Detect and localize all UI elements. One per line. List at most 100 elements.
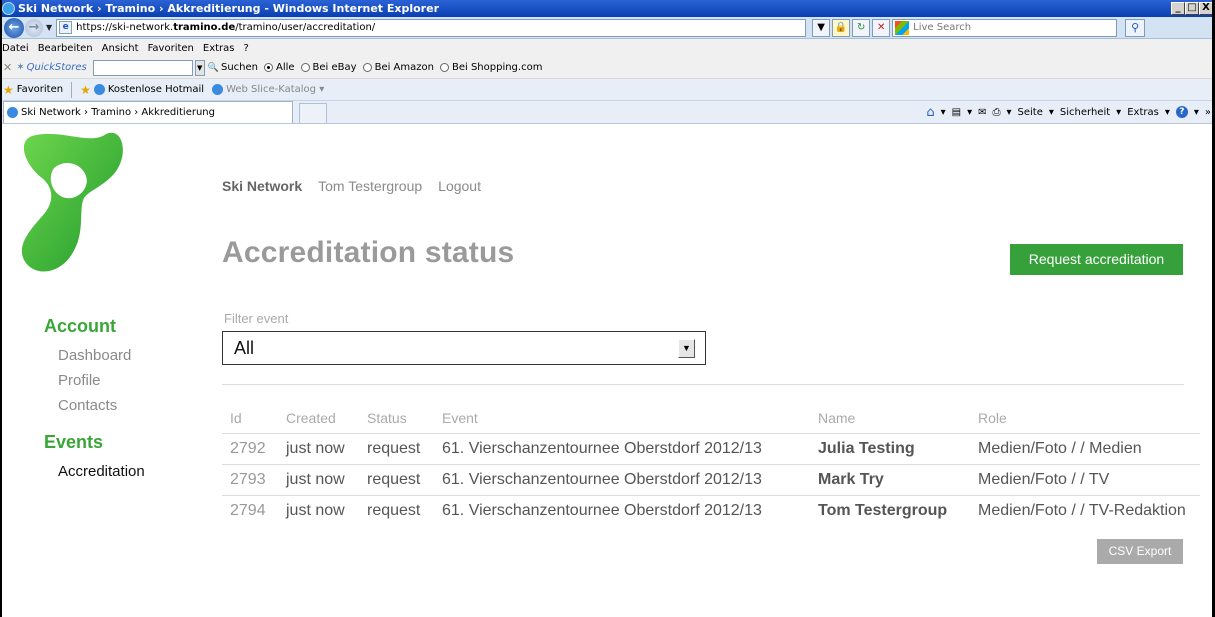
radio-icon xyxy=(300,63,310,72)
window-border-left xyxy=(0,0,2,617)
menu-favoriten[interactable]: Favoriten xyxy=(148,43,194,54)
radio-ebay[interactable]: Bei eBay xyxy=(300,62,357,73)
quickstores-dropdown-icon[interactable]: ▼ xyxy=(194,59,205,76)
favorites-separator xyxy=(71,81,73,98)
cell-event: 61. Vierschanzentournee Oberstdorf 2012/… xyxy=(434,432,810,464)
quickstores-search-button[interactable]: Suchen xyxy=(208,62,258,73)
page-content: Ski Network Tom Testergroup Logout Accre… xyxy=(0,123,1215,617)
radio-label: Alle xyxy=(275,62,295,73)
tab-label: Ski Network › Tramino › Akkreditierung xyxy=(21,107,215,118)
menu-extras[interactable]: Extras xyxy=(203,43,235,54)
sidebar-item-dashboard[interactable]: Dashboard xyxy=(58,343,145,368)
chevron-down-icon[interactable]: ▼ xyxy=(678,339,695,358)
table-header-row: Id Created Status Event Name Role xyxy=(222,403,1200,433)
col-header-role: Role xyxy=(978,409,1007,426)
radio-amazon[interactable]: Bei Amazon xyxy=(362,62,434,73)
radio-label: Bei Shopping.com xyxy=(451,62,543,73)
dropdown-icon[interactable]: ▾ xyxy=(1165,107,1170,118)
minimize-button[interactable]: _ xyxy=(1171,2,1185,15)
tab-active[interactable]: Ski Network › Tramino › Akkreditierung xyxy=(3,101,293,123)
search-input[interactable]: Live Search xyxy=(892,18,1118,37)
request-accreditation-button[interactable]: Request accreditation xyxy=(1010,244,1183,275)
menu-ansicht[interactable]: Ansicht xyxy=(102,43,139,54)
table-row[interactable]: 2792 just now request 61. Vierschanzento… xyxy=(222,432,1200,464)
forward-arrow-icon[interactable]: → xyxy=(25,18,43,37)
fav-hotmail[interactable]: Kostenlose Hotmail xyxy=(93,84,204,95)
menu-help[interactable]: ? xyxy=(244,43,249,54)
quickstores-input[interactable] xyxy=(92,59,193,76)
ie-icon xyxy=(7,107,18,118)
menu-bearbeiten[interactable]: Bearbeiten xyxy=(38,43,93,54)
sidebar: Account Dashboard Profile Contacts Event… xyxy=(44,316,145,484)
sidebar-heading-account: Account xyxy=(44,316,116,336)
chevron-right-icon[interactable]: » xyxy=(1205,107,1211,118)
feeds-dropdown-icon[interactable]: ▾ xyxy=(967,107,972,118)
table-row[interactable]: 2793 just now request 61. Vierschanzento… xyxy=(222,463,1200,495)
mail-icon[interactable]: ✉ xyxy=(978,107,986,118)
url-input[interactable]: e https://ski-network. tramino.de/tramino… xyxy=(56,18,807,37)
csv-export-button[interactable]: CSV Export xyxy=(1097,539,1183,564)
cell-created: just now xyxy=(278,432,359,464)
menu-bar: Datei Bearbeiten Ansicht Favoriten Extra… xyxy=(0,39,1215,57)
close-toolbar-icon[interactable]: ✕ xyxy=(3,61,12,74)
nav-user-link[interactable]: Tom Testergroup xyxy=(318,178,422,194)
stop-icon[interactable]: ✕ xyxy=(872,18,891,37)
filter-event-select[interactable]: All ▼ xyxy=(222,331,706,365)
address-dropdown-icon[interactable]: ▼ xyxy=(812,18,831,37)
filter-event-label: Filter event xyxy=(224,311,289,326)
search-icon[interactable]: ⚲ xyxy=(1125,18,1146,37)
sidebar-item-accreditation[interactable]: Accreditation xyxy=(58,459,145,484)
sidebar-item-contacts[interactable]: Contacts xyxy=(58,393,145,418)
fav-web-slice[interactable]: Web Slice-Katalog ▾ xyxy=(212,84,324,95)
page-icon: e xyxy=(59,21,73,34)
cell-id: 2792 xyxy=(222,432,278,464)
url-path: /tramino/user/accreditation/ xyxy=(235,22,376,33)
sidebar-heading-events: Events xyxy=(44,432,104,452)
fav-label: Web Slice-Katalog xyxy=(226,84,317,95)
search-placeholder: Live Search xyxy=(913,22,972,33)
print-icon[interactable]: ⎙ xyxy=(993,107,1001,118)
live-search-icon xyxy=(895,20,910,35)
dropdown-icon[interactable]: ▾ xyxy=(1116,107,1121,118)
history-dropdown-icon[interactable]: ▼ xyxy=(46,23,52,32)
add-favorite-icon[interactable]: ★ xyxy=(80,83,91,97)
nav-brand-link[interactable]: Ski Network xyxy=(222,178,302,194)
window-titlebar: Ski Network › Tramino › Akkreditierung -… xyxy=(0,0,1215,17)
cmd-seite[interactable]: Seite xyxy=(1018,107,1043,118)
cell-status: request xyxy=(359,494,434,526)
top-nav: Ski Network Tom Testergroup Logout xyxy=(222,178,481,194)
back-arrow-icon[interactable]: ← xyxy=(4,17,24,38)
table-row[interactable]: 2794 just now request 61. Vierschanzento… xyxy=(222,494,1200,526)
help-dropdown-icon[interactable]: ▾ xyxy=(1194,107,1199,118)
address-tools: ▼ 🔒 ↻ ✕ xyxy=(812,18,891,37)
sidebar-item-profile[interactable]: Profile xyxy=(58,368,145,393)
home-dropdown-icon[interactable]: ▾ xyxy=(941,107,946,118)
maximize-button[interactable]: □ xyxy=(1185,2,1199,15)
cell-event: 61. Vierschanzentournee Oberstdorf 2012/… xyxy=(434,494,810,526)
close-button[interactable]: X xyxy=(1199,2,1213,15)
favorites-star-icon: ★ xyxy=(3,82,14,97)
help-icon[interactable]: ? xyxy=(1175,106,1188,118)
quickstores-button[interactable]: QuickStores xyxy=(16,62,87,73)
nav-logout-link[interactable]: Logout xyxy=(438,178,481,194)
radio-icon xyxy=(439,63,449,72)
url-host: tramino.de xyxy=(173,22,236,33)
new-tab-button[interactable] xyxy=(299,103,327,123)
print-dropdown-icon[interactable]: ▾ xyxy=(1007,107,1012,118)
menu-datei[interactable]: Datei xyxy=(2,43,29,54)
cmd-extras[interactable]: Extras xyxy=(1127,107,1159,118)
col-header-status: Status xyxy=(367,409,407,426)
cmd-sicherheit[interactable]: Sicherheit xyxy=(1060,107,1110,118)
lock-icon[interactable]: 🔒 xyxy=(832,18,851,37)
radio-shopping[interactable]: Bei Shopping.com xyxy=(439,62,543,73)
radio-alle[interactable]: Alle xyxy=(263,62,295,73)
favorites-button[interactable]: Favoriten xyxy=(17,84,63,95)
dropdown-icon[interactable]: ▾ xyxy=(1049,107,1054,118)
refresh-icon[interactable]: ↻ xyxy=(852,18,871,37)
tab-bar: Ski Network › Tramino › Akkreditierung ⌂… xyxy=(0,101,1215,123)
cell-role: Medien/Foto / / TV xyxy=(970,463,1200,495)
home-icon[interactable]: ⌂ xyxy=(926,105,934,120)
cell-role: Medien/Foto / / TV-Redaktion xyxy=(970,494,1200,526)
col-header-id: Id xyxy=(230,409,242,426)
feeds-icon[interactable]: ▤ xyxy=(952,107,961,118)
